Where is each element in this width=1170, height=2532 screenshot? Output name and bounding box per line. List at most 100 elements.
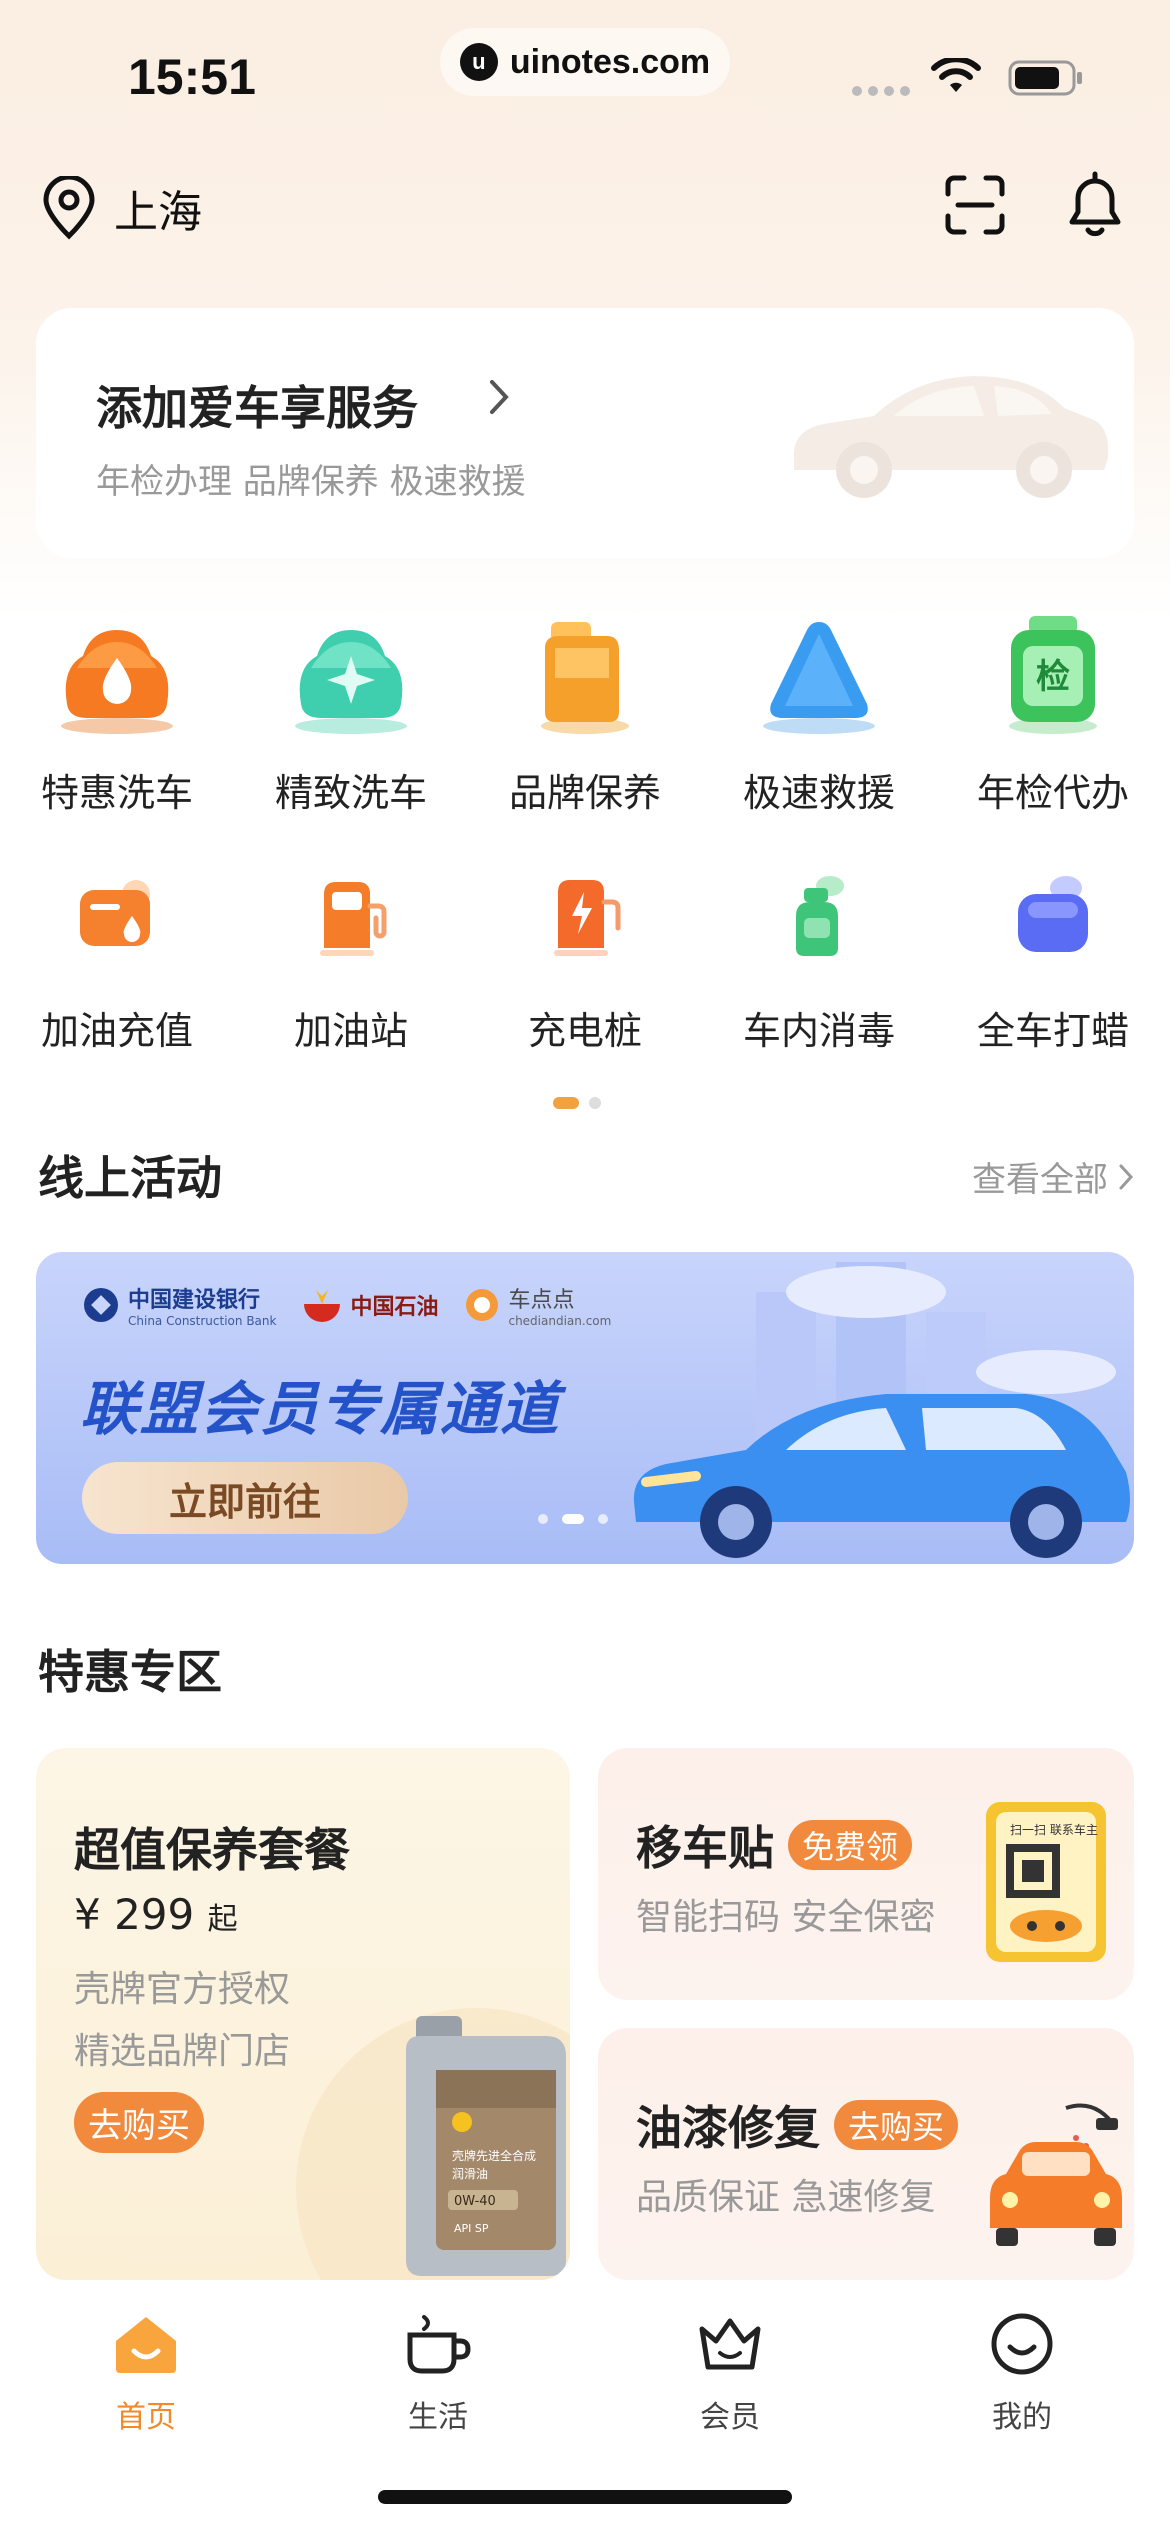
url-text: uinotes.com [509, 42, 711, 81]
deal-price-value: ¥ 299 [74, 1890, 195, 1939]
deal-title: 移车贴 [636, 1821, 774, 1875]
carousel-dot [538, 1514, 548, 1524]
service-row-1: 特惠洗车 精致洗车 品牌保养 极速救援 检 年检代办 [0, 600, 1170, 820]
add-car-card[interactable]: 添加爱车享服务 年检办理 品牌保养 极速救援 [36, 308, 1134, 558]
tab-mine[interactable]: 我的 [942, 2304, 1102, 2436]
warning-triangle-icon [763, 622, 875, 734]
deal-desc-2: 精选品牌门店 [74, 2031, 291, 2072]
service-label: 加油站 [293, 1009, 408, 1053]
ccb-name: 中国建设银行 [128, 1288, 261, 1313]
deal-price-suffix: 起 [207, 1902, 238, 1937]
petrochina-name: 中国石油 [350, 1295, 439, 1320]
service-item-rescue[interactable]: 极速救援 [702, 600, 936, 820]
service-item-annual-inspection[interactable]: 检 年检代办 [936, 600, 1170, 820]
buy-button[interactable]: 去购买 [74, 2092, 204, 2153]
status-bar: 15:51 u uinotes.com [0, 0, 1170, 150]
crown-icon [699, 2318, 761, 2370]
home-indicator [378, 2490, 792, 2504]
disinfect-spray-icon [796, 876, 844, 956]
service-label: 特惠洗车 [40, 771, 193, 815]
service-item-brand-maintenance[interactable]: 品牌保养 [468, 600, 702, 820]
deal-card-move-sticker[interactable]: 移车贴 免费领 智能扫码 安全保密 扫一扫 联系车主 [598, 1748, 1134, 2000]
smile-icon [991, 2313, 1053, 2375]
chevron-right-icon [1119, 1164, 1134, 1189]
service-label: 极速救援 [742, 771, 895, 815]
inspection-badge-text: 检 [1036, 657, 1070, 697]
chediandian-emblem-icon [466, 1289, 499, 1321]
service-label: 品牌保养 [508, 771, 661, 815]
service-label: 充电桩 [527, 1009, 642, 1053]
location-selector[interactable]: 上海 [40, 176, 202, 240]
ccb-emblem-icon [84, 1288, 118, 1322]
service-item-premium-wash[interactable]: 精致洗车 [234, 600, 468, 820]
tab-life[interactable]: 生活 [358, 2304, 518, 2436]
add-car-subtitle: 年检办理 品牌保养 极速救援 [96, 462, 526, 502]
tab-member[interactable]: 会员 [650, 2304, 810, 2436]
banner-carousel-dots [538, 1514, 608, 1524]
url-pill[interactable]: u uinotes.com [440, 28, 730, 96]
add-car-title: 添加爱车享服务 [96, 381, 418, 435]
tab-label: 生活 [408, 2400, 468, 2435]
svg-text:0W-40: 0W-40 [454, 2194, 496, 2209]
chediandian-sub: chediandian.com [508, 1314, 612, 1328]
paint-spray-car-icon [990, 2103, 1122, 2246]
service-label: 全车打蜡 [976, 1009, 1129, 1053]
banner-go-button[interactable]: 立即前往 [82, 1462, 408, 1534]
scan-icon[interactable] [942, 172, 1008, 238]
service-label: 年检代办 [976, 771, 1129, 815]
service-label: 车内消毒 [742, 1009, 895, 1053]
pager-dot-active [553, 1097, 579, 1109]
blue-car-illustration [633, 1394, 1130, 1558]
tab-label: 我的 [992, 2400, 1052, 2435]
see-all-label: 查看全部 [972, 1160, 1108, 1200]
tab-home[interactable]: 首页 [66, 2304, 226, 2436]
oil-can-icon [541, 622, 629, 734]
deal-price: ¥ 299 起 [74, 1890, 238, 1939]
deal-card-maintenance[interactable]: 超值保养套餐 ¥ 299 起 壳牌官方授权 精选品牌门店 去购买 壳牌先进全合成… [36, 1748, 570, 2280]
banner-headline: 联盟会员专属通道 [80, 1375, 561, 1443]
car-illustration-icon [793, 376, 1109, 498]
service-item-disinfection[interactable]: 车内消毒 [702, 850, 936, 1070]
inspection-badge-icon: 检 [1009, 616, 1097, 734]
service-item-special-wash[interactable]: 特惠洗车 [0, 600, 234, 820]
buy-tag[interactable]: 去购买 [834, 2100, 959, 2150]
carousel-dot-active [562, 1514, 584, 1524]
home-icon [116, 2317, 176, 2373]
deal-title: 油漆修复 [636, 2101, 820, 2155]
carousel-dot [598, 1514, 608, 1524]
service-item-full-wax[interactable]: 全车打蜡 [936, 850, 1170, 1070]
chediandian-logo: 车点点 chediandian.com [464, 1282, 611, 1328]
chevron-right-icon [490, 380, 509, 414]
tab-label: 会员 [700, 2400, 760, 2435]
svg-text:API SP: API SP [454, 2222, 489, 2235]
see-all-link[interactable]: 查看全部 [972, 1152, 1134, 1201]
fuel-card-icon [80, 880, 150, 946]
deal-desc: 智能扫码 安全保密 [636, 1897, 936, 1938]
service-label: 加油充值 [40, 1009, 193, 1053]
pager-dot [589, 1097, 601, 1109]
service-item-fuel-topup[interactable]: 加油充值 [0, 850, 234, 1070]
bell-icon[interactable] [1062, 168, 1128, 240]
location-pin-icon [43, 176, 95, 240]
status-time: 15:51 [128, 49, 256, 105]
service-item-charging-pile[interactable]: 充电桩 [468, 850, 702, 1070]
promo-banner[interactable]: 中国建设银行 China Construction Bank 中国石油 车点点 … [36, 1252, 1134, 1564]
engine-oil-bottle-icon: 壳牌先进全合成 润滑油 0W-40 API SP [406, 2016, 566, 2276]
partner-logos: 中国建设银行 China Construction Bank 中国石油 车点点 … [82, 1282, 611, 1328]
svg-text:壳牌先进全合成: 壳牌先进全合成 [452, 2148, 536, 2163]
service-label: 精致洗车 [274, 771, 427, 815]
service-grid-pager [553, 1097, 601, 1109]
car-sparkle-icon [295, 630, 407, 734]
chediandian-name: 车点点 [508, 1288, 575, 1313]
free-claim-tag[interactable]: 免费领 [788, 1820, 913, 1870]
wax-polish-icon [1018, 876, 1088, 952]
deal-desc: 品质保证 急速修复 [636, 2177, 936, 2218]
site-logo-icon: u [459, 43, 498, 81]
svg-text:扫一扫 联系车主: 扫一扫 联系车主 [1010, 1822, 1098, 1837]
deal-card-paint-repair[interactable]: 油漆修复 去购买 品质保证 急速修复 [598, 2028, 1134, 2280]
charging-pile-icon [554, 880, 621, 956]
section-title-deals: 特惠专区 [38, 1645, 222, 1699]
service-item-gas-station[interactable]: 加油站 [234, 850, 468, 1070]
section-title-activities: 线上活动 [38, 1151, 222, 1205]
deal-desc-1: 壳牌官方授权 [74, 1969, 291, 2010]
